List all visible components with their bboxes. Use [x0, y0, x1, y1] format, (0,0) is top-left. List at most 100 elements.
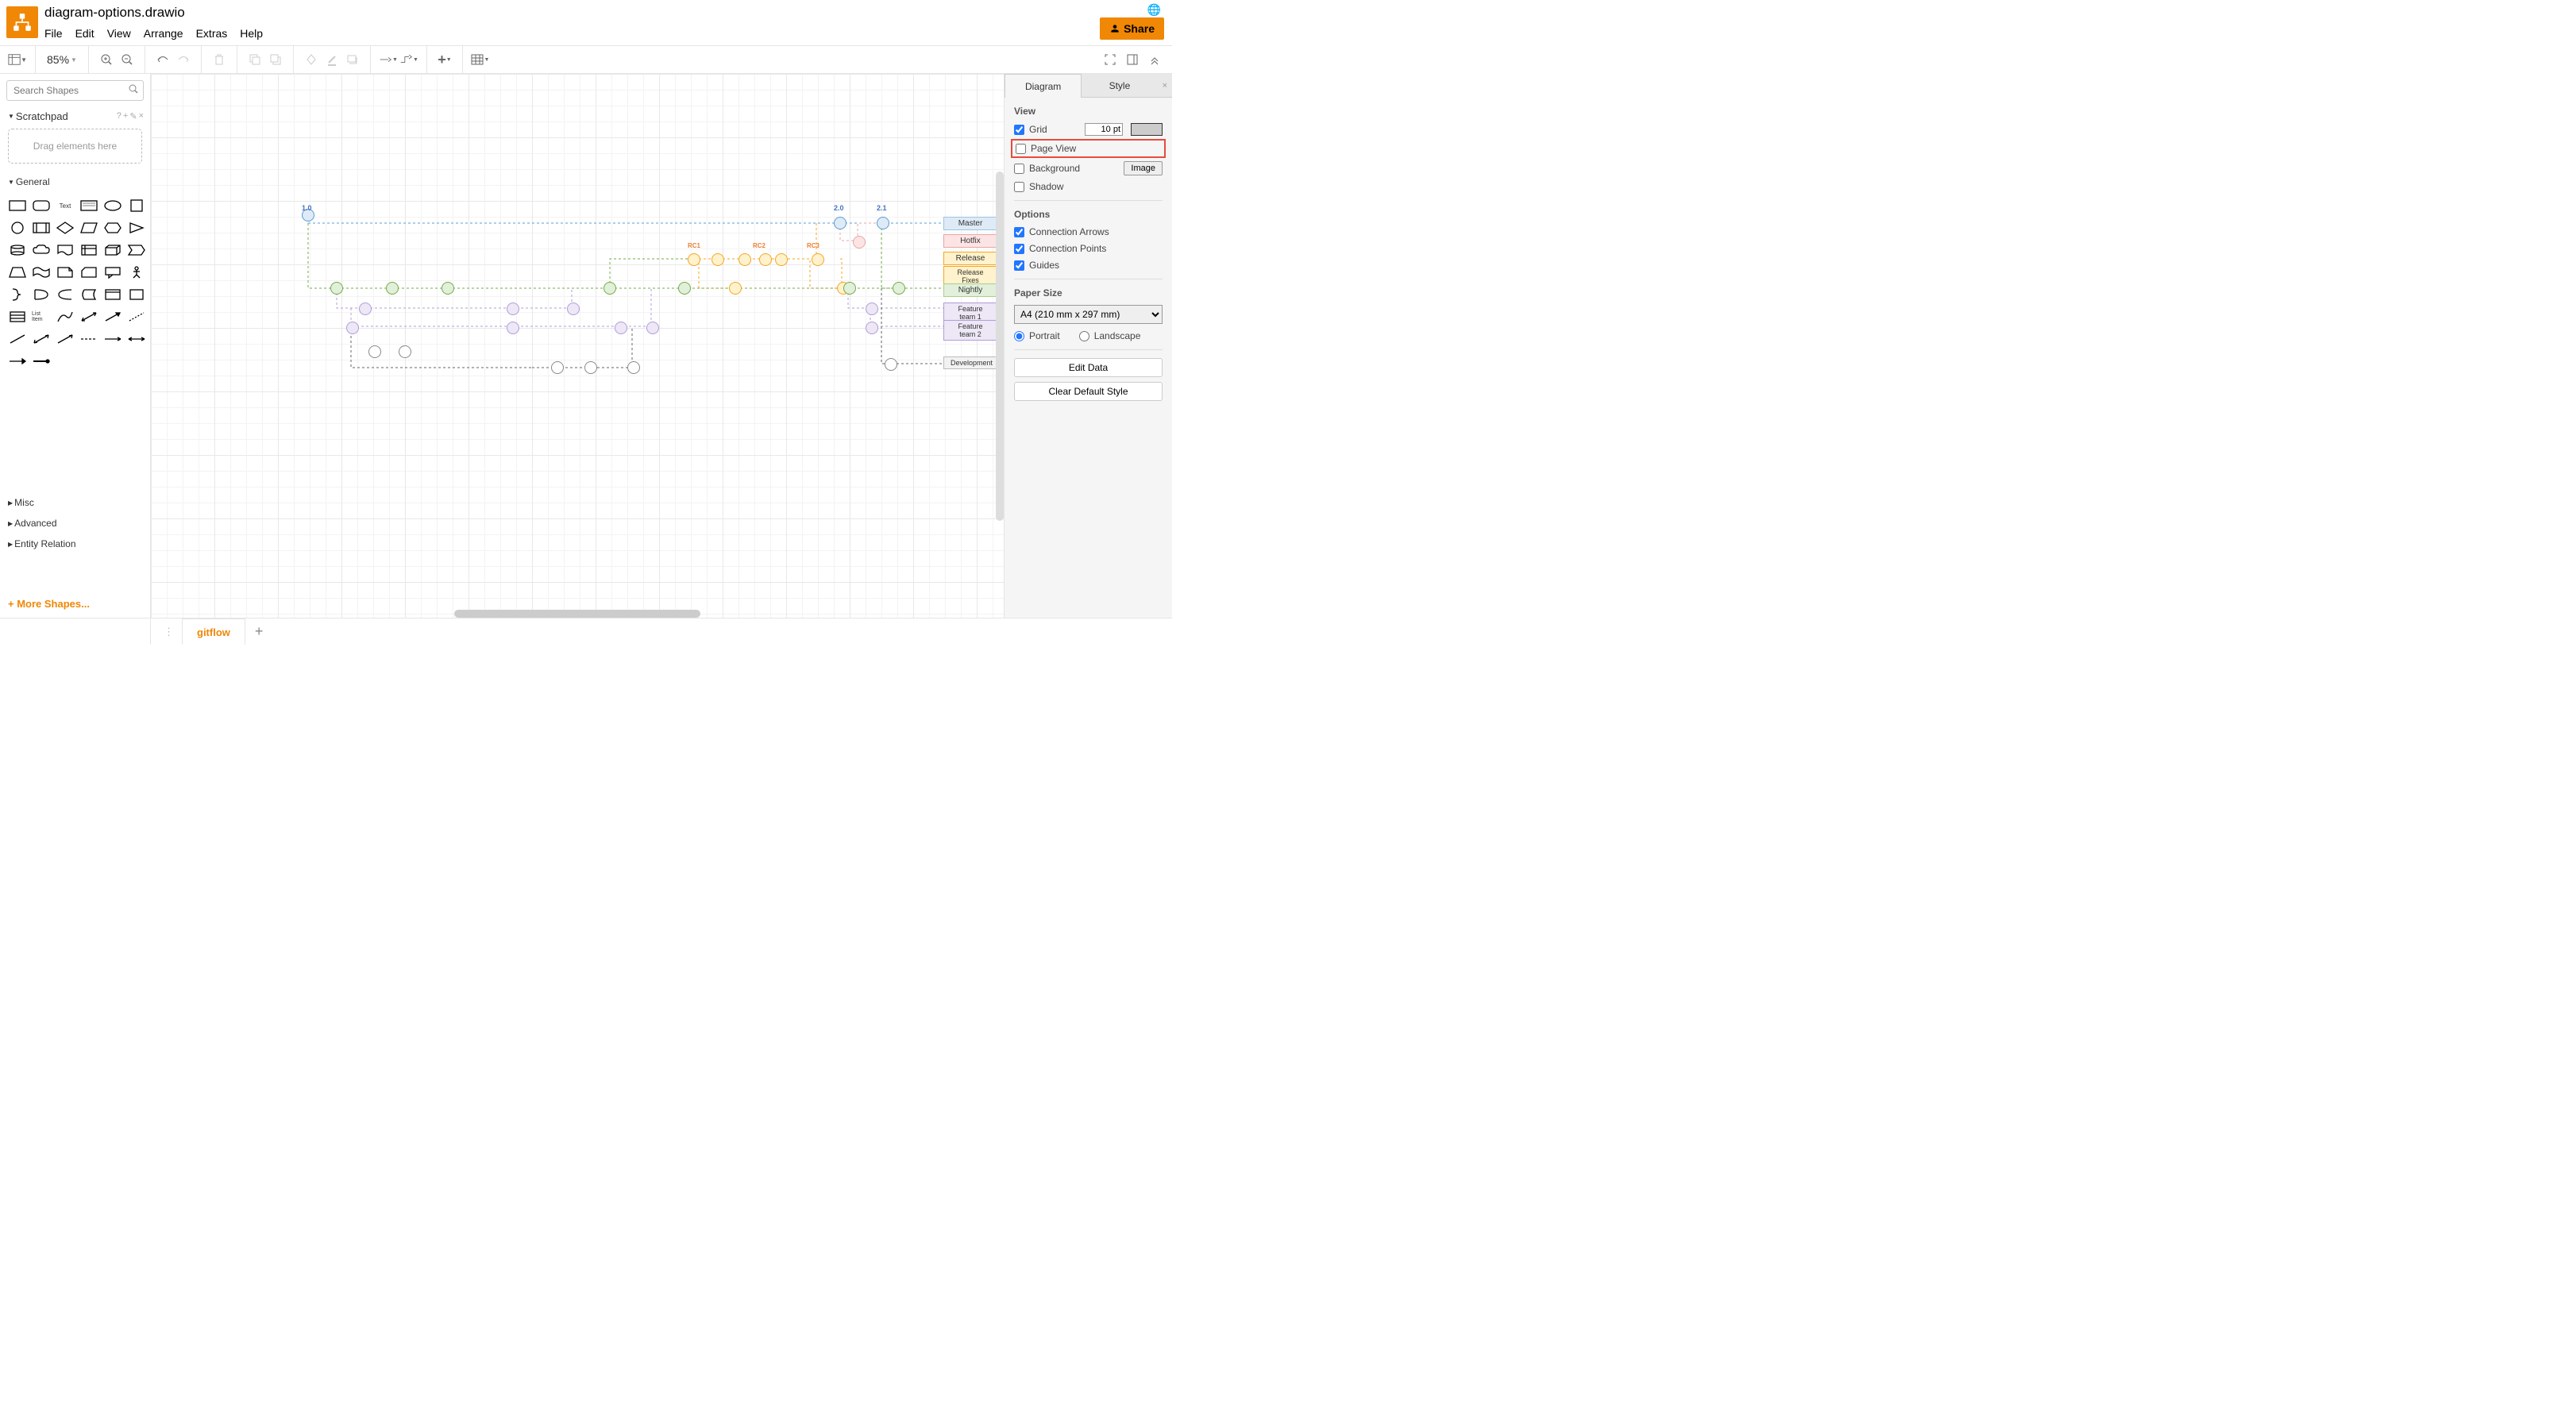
scratchpad-edit-icon[interactable]: ✎	[129, 111, 137, 121]
node-dev-6[interactable]	[885, 358, 897, 371]
zoom-out-icon[interactable]	[118, 50, 137, 69]
node-nightly-4[interactable]	[604, 282, 616, 295]
node-feat1-1[interactable]	[359, 302, 372, 315]
shape-ellipse[interactable]	[103, 197, 122, 214]
shape-rectangle[interactable]	[8, 197, 27, 214]
lane-master[interactable]: Master	[943, 217, 997, 230]
shape-or[interactable]	[32, 286, 51, 303]
zoom-in-icon[interactable]	[97, 50, 116, 69]
zoom-value[interactable]: 85% ▼	[44, 53, 80, 66]
shape-text[interactable]: Text	[56, 197, 75, 214]
shape-dashed-line[interactable]	[127, 308, 146, 326]
collapse-icon[interactable]	[1145, 50, 1164, 69]
shape-bidirectional-connector[interactable]	[32, 330, 51, 348]
section-general[interactable]: ▼General	[0, 171, 150, 192]
node-dev-3[interactable]	[551, 361, 564, 374]
node-master-3[interactable]	[877, 217, 889, 229]
scratchpad-close-icon[interactable]: ×	[139, 111, 144, 121]
shape-diamond[interactable]	[56, 219, 75, 237]
shape-internal-storage[interactable]	[79, 241, 98, 259]
fill-color-icon[interactable]	[302, 50, 321, 69]
shape-callout[interactable]	[103, 264, 122, 281]
menu-extras[interactable]: Extras	[196, 27, 228, 40]
fullscreen-icon[interactable]	[1101, 50, 1120, 69]
insert-icon[interactable]: +▼	[435, 50, 454, 69]
menu-view[interactable]: View	[107, 27, 131, 40]
shape-trapezoid[interactable]	[8, 264, 27, 281]
node-feat1-4[interactable]	[866, 302, 878, 315]
background-image-button[interactable]: Image	[1124, 161, 1163, 175]
to-back-icon[interactable]	[266, 50, 285, 69]
node-dev-2[interactable]	[399, 345, 411, 358]
shape-curly-right[interactable]	[8, 286, 27, 303]
shape-triangle[interactable]	[127, 219, 146, 237]
shadow-toggle-icon[interactable]	[343, 50, 362, 69]
filename[interactable]: diagram-options.drawio	[44, 5, 1172, 25]
scratchpad-dropzone[interactable]: Drag elements here	[8, 129, 142, 164]
shadow-checkbox[interactable]	[1014, 182, 1024, 192]
redo-icon[interactable]	[174, 50, 193, 69]
node-feat1-3[interactable]	[567, 302, 580, 315]
shape-list-item[interactable]: List Item	[32, 308, 51, 326]
shape-arrow[interactable]	[103, 308, 122, 326]
node-release-5[interactable]	[775, 253, 788, 266]
scratchpad-add-icon[interactable]: +	[123, 111, 128, 121]
undo-icon[interactable]	[153, 50, 172, 69]
shape-curve[interactable]	[56, 308, 75, 326]
grid-size-input[interactable]	[1085, 123, 1123, 136]
shape-tape[interactable]	[32, 264, 51, 281]
node-feat2-5[interactable]	[866, 322, 878, 334]
canvas[interactable]: 1.0 2.0 2.1 RC1 RC2 RC3	[151, 74, 1004, 618]
shape-link1[interactable]	[79, 330, 98, 348]
node-release-2[interactable]	[711, 253, 724, 266]
shape-list[interactable]	[8, 308, 27, 326]
menu-help[interactable]: Help	[240, 27, 263, 40]
search-icon[interactable]	[128, 83, 139, 97]
node-rc3[interactable]	[812, 253, 824, 266]
share-button[interactable]: Share	[1100, 17, 1164, 40]
lane-feature2[interactable]: Feature team 2	[943, 320, 997, 341]
tab-style[interactable]: Style	[1082, 74, 1157, 98]
shape-actor[interactable]	[127, 264, 146, 281]
node-rc1[interactable]	[688, 253, 700, 266]
shape-process[interactable]	[32, 219, 51, 237]
waypoint-style-icon[interactable]: ▼	[399, 50, 418, 69]
shape-card[interactable]	[79, 264, 98, 281]
shape-textbox[interactable]	[79, 197, 98, 214]
shape-step[interactable]	[127, 241, 146, 259]
edit-data-button[interactable]: Edit Data	[1014, 358, 1163, 377]
vertical-scrollbar[interactable]	[996, 171, 1004, 521]
lane-development[interactable]: Development	[943, 356, 997, 369]
shape-link2[interactable]	[103, 330, 122, 348]
guides-checkbox[interactable]	[1014, 260, 1024, 271]
shape-cube[interactable]	[103, 241, 122, 259]
node-nightly-5[interactable]	[678, 282, 691, 295]
node-dev-1[interactable]	[368, 345, 381, 358]
landscape-radio[interactable]	[1079, 331, 1089, 341]
node-relfix-1[interactable]	[729, 282, 742, 295]
shape-square[interactable]	[127, 197, 146, 214]
shape-link4[interactable]	[8, 353, 27, 370]
pageview-checkbox[interactable]	[1016, 144, 1026, 154]
node-dev-4[interactable]	[584, 361, 597, 374]
table-icon[interactable]: ▼	[471, 50, 490, 69]
node-nightly-3[interactable]	[442, 282, 454, 295]
section-entity-relation[interactable]: ▶Entity Relation	[0, 534, 150, 554]
shape-cylinder[interactable]	[8, 241, 27, 259]
page-layout-icon[interactable]: ▼	[8, 50, 27, 69]
menu-file[interactable]: File	[44, 27, 63, 40]
shape-note[interactable]	[56, 264, 75, 281]
search-shapes-input[interactable]	[6, 80, 144, 101]
node-nightly-6[interactable]	[843, 282, 856, 295]
shape-directional-connector[interactable]	[56, 330, 75, 348]
section-misc[interactable]: ▶Misc	[0, 492, 150, 513]
format-panel-close-icon[interactable]: ×	[1158, 74, 1172, 98]
shape-circle[interactable]	[8, 219, 27, 237]
shape-bidirectional-arrow[interactable]	[79, 308, 98, 326]
scratchpad-title[interactable]: Scratchpad	[16, 110, 68, 122]
grid-checkbox[interactable]	[1014, 125, 1024, 135]
node-master-2[interactable]	[834, 217, 846, 229]
more-shapes-button[interactable]: + More Shapes...	[0, 590, 150, 618]
background-checkbox[interactable]	[1014, 164, 1024, 174]
node-feat2-3[interactable]	[615, 322, 627, 334]
